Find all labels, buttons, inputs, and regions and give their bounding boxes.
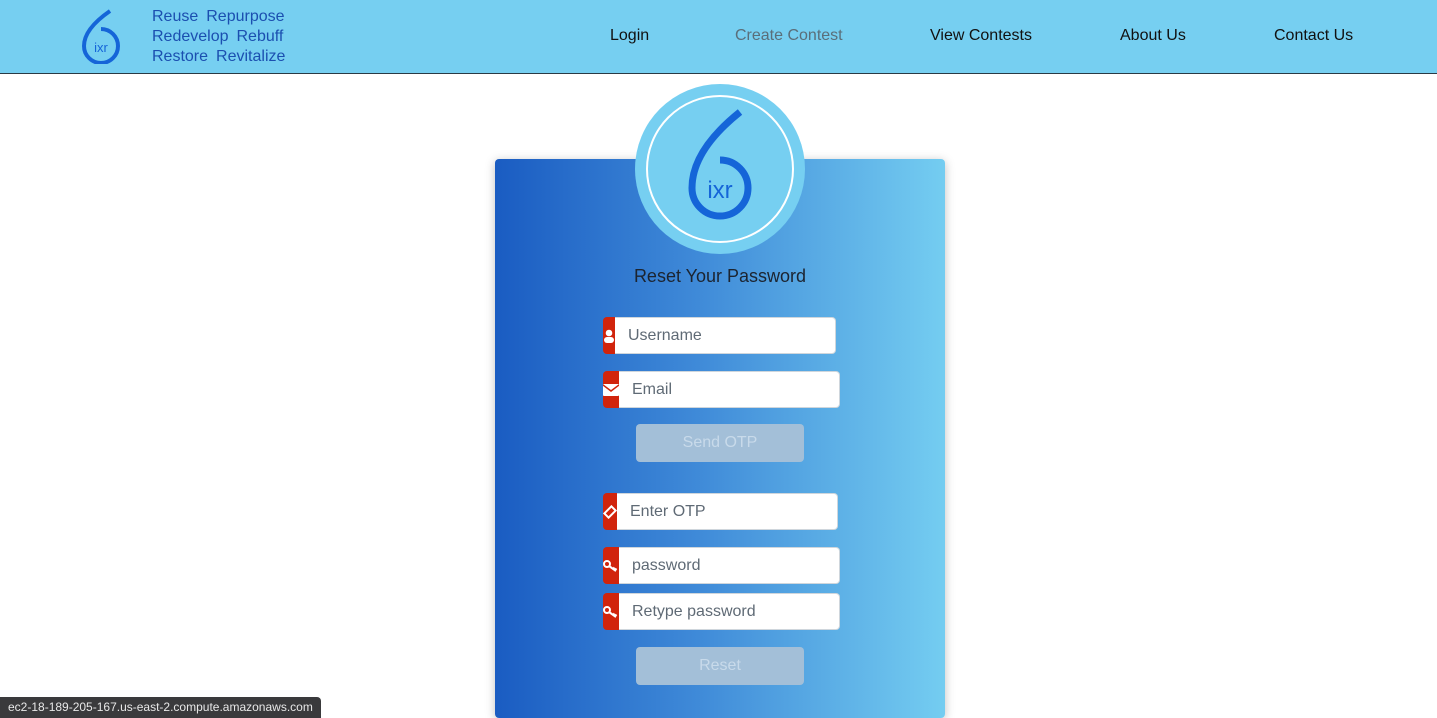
retype-password-input[interactable] (619, 593, 840, 630)
username-group (603, 317, 836, 354)
user-icon (603, 317, 615, 354)
username-input[interactable] (615, 317, 836, 354)
nav-create-contest[interactable]: Create Contest (735, 27, 843, 45)
page-title: Reset Your Password (633, 266, 807, 286)
password-input[interactable] (619, 547, 840, 584)
email-group (603, 371, 840, 408)
nav-view-contests[interactable]: View Contests (930, 27, 1032, 45)
logo-six-icon: ixr (688, 109, 752, 220)
ticket-icon (603, 493, 617, 530)
taglines: Reuse Repurpose Redevelop Rebuff Restore Re… (152, 7, 293, 67)
tagline: Revitalize (216, 48, 286, 65)
key-icon (603, 593, 619, 630)
nav-login[interactable]: Login (610, 27, 649, 45)
password-group (603, 547, 840, 584)
tagline: Rebuff (236, 28, 284, 45)
svg-text:ixr: ixr (94, 40, 108, 55)
nav-contact-us[interactable]: Contact Us (1274, 27, 1353, 45)
email-input[interactable] (619, 371, 840, 408)
otp-group (603, 493, 838, 530)
tagline: Repurpose (206, 8, 285, 25)
status-bar-url: ec2-18-189-205-167.us-east-2.compute.ama… (0, 697, 321, 718)
tagline: Reuse (152, 8, 199, 25)
key-icon (603, 547, 619, 584)
logo-badge: ixr (635, 84, 805, 254)
send-otp-button[interactable]: Send OTP (636, 424, 804, 462)
reset-button[interactable]: Reset (636, 647, 804, 685)
tagline: Restore (152, 48, 209, 65)
retype-password-group (603, 593, 840, 630)
envelope-icon (603, 371, 619, 408)
tagline: Redevelop (152, 28, 229, 45)
otp-input[interactable] (617, 493, 838, 530)
navbar: ixr Reuse Repurpose Redevelop Rebuff Resto… (0, 0, 1437, 74)
brand-logo[interactable]: ixr (80, 8, 122, 64)
nav-about-us[interactable]: About Us (1120, 27, 1186, 45)
svg-text:ixr: ixr (707, 177, 732, 204)
